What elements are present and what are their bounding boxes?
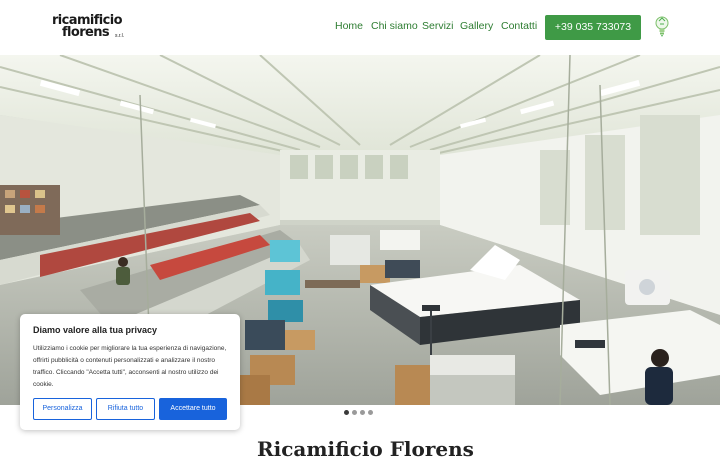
phone-button[interactable]: +39 035 733073 — [545, 15, 641, 40]
page-title: Ricamificio Florens — [257, 437, 474, 461]
nav-home[interactable]: Home — [335, 20, 363, 32]
logo-text-line2: florens — [62, 25, 110, 40]
nav-contatti[interactable]: Contatti — [501, 20, 537, 32]
accept-all-button[interactable]: Accettare tutto — [159, 398, 227, 420]
site-logo[interactable]: ricamificio florens s.r.l. — [50, 12, 140, 44]
site-header: ricamificio florens s.r.l. Home Chi siam… — [0, 0, 720, 55]
cookie-description: Utilizziamo i cookie per migliorare la t… — [33, 345, 227, 388]
cookie-title: Diamo valore alla tua privacy — [33, 325, 158, 335]
slider-dot[interactable] — [368, 410, 373, 415]
nav-servizi[interactable]: Servizi — [422, 20, 454, 32]
slider-dot[interactable] — [352, 410, 357, 415]
lightbulb-icon[interactable] — [654, 15, 670, 39]
cookie-banner: Diamo valore alla tua privacy Utilizziam… — [20, 314, 240, 430]
nav-chi-siamo[interactable]: Chi siamo — [371, 20, 418, 32]
reject-all-button[interactable]: Rifiuta tutto — [96, 398, 155, 420]
slider-dot[interactable] — [344, 410, 349, 415]
customize-button[interactable]: Personalizza — [33, 398, 92, 420]
logo-suffix: s.r.l. — [115, 33, 125, 39]
nav-gallery[interactable]: Gallery — [460, 20, 493, 32]
slider-dot[interactable] — [360, 410, 365, 415]
